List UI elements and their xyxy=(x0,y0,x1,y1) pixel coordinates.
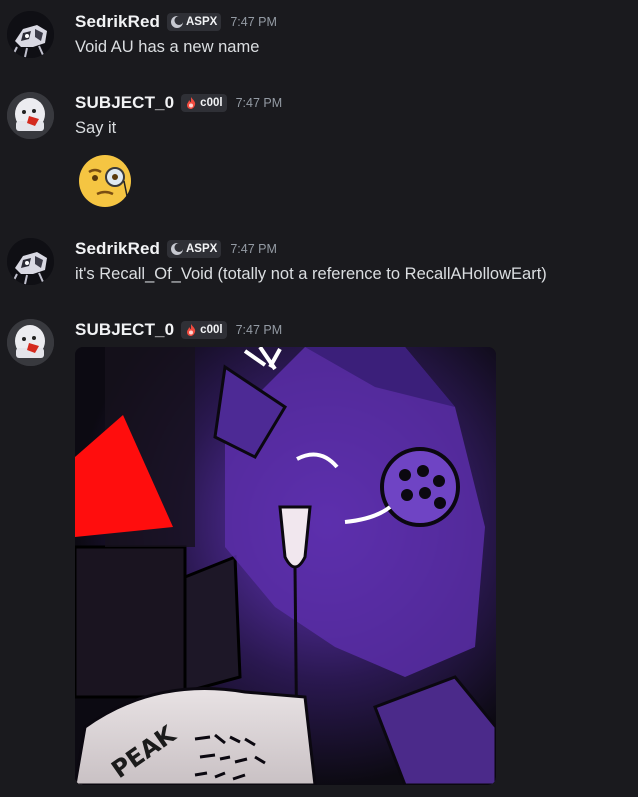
clan-tag[interactable]: c00l xyxy=(181,94,227,112)
moon-icon xyxy=(171,16,184,28)
clan-tag-label: c00l xyxy=(200,97,223,109)
username[interactable]: SedrikRed xyxy=(75,12,160,32)
message-header: SUBJECT_0 c00l 7:47 PM xyxy=(75,319,282,341)
flame-icon xyxy=(187,97,196,109)
clan-tag-label: ASPX xyxy=(186,243,218,255)
clan-tag[interactable]: ASPX xyxy=(167,240,222,258)
face-with-monocle-emoji[interactable] xyxy=(75,150,135,210)
message-text: Say it xyxy=(75,119,117,137)
avatar-sedrikred[interactable] xyxy=(7,238,54,285)
timestamp[interactable]: 7:47 PM xyxy=(236,96,283,110)
clan-tag-label: c00l xyxy=(200,324,223,336)
avatar-sedrikred[interactable] xyxy=(7,11,54,58)
image-attachment[interactable]: PEAK xyxy=(75,347,496,785)
message-header: SUBJECT_0 c00l 7:47 PM xyxy=(75,92,282,114)
clan-tag-label: ASPX xyxy=(186,16,218,28)
timestamp[interactable]: 7:47 PM xyxy=(236,323,283,337)
username[interactable]: SedrikRed xyxy=(75,239,160,259)
timestamp[interactable]: 7:47 PM xyxy=(230,15,277,29)
artwork-image: PEAK xyxy=(75,347,496,785)
message-header: SedrikRed ASPX 7:47 PM xyxy=(75,11,277,33)
moon-icon xyxy=(171,243,184,255)
message-text: Void AU has a new name xyxy=(75,38,260,56)
username[interactable]: SUBJECT_0 xyxy=(75,93,174,113)
clan-tag[interactable]: c00l xyxy=(181,321,227,339)
flame-icon xyxy=(187,324,196,336)
message-text: it's Recall_Of_Void (totally not a refer… xyxy=(75,265,547,283)
clan-tag[interactable]: ASPX xyxy=(167,13,222,31)
timestamp[interactable]: 7:47 PM xyxy=(230,242,277,256)
avatar-subject-0[interactable] xyxy=(7,319,54,366)
message-header: SedrikRed ASPX 7:47 PM xyxy=(75,238,277,260)
username[interactable]: SUBJECT_0 xyxy=(75,320,174,340)
avatar-subject-0[interactable] xyxy=(7,92,54,139)
